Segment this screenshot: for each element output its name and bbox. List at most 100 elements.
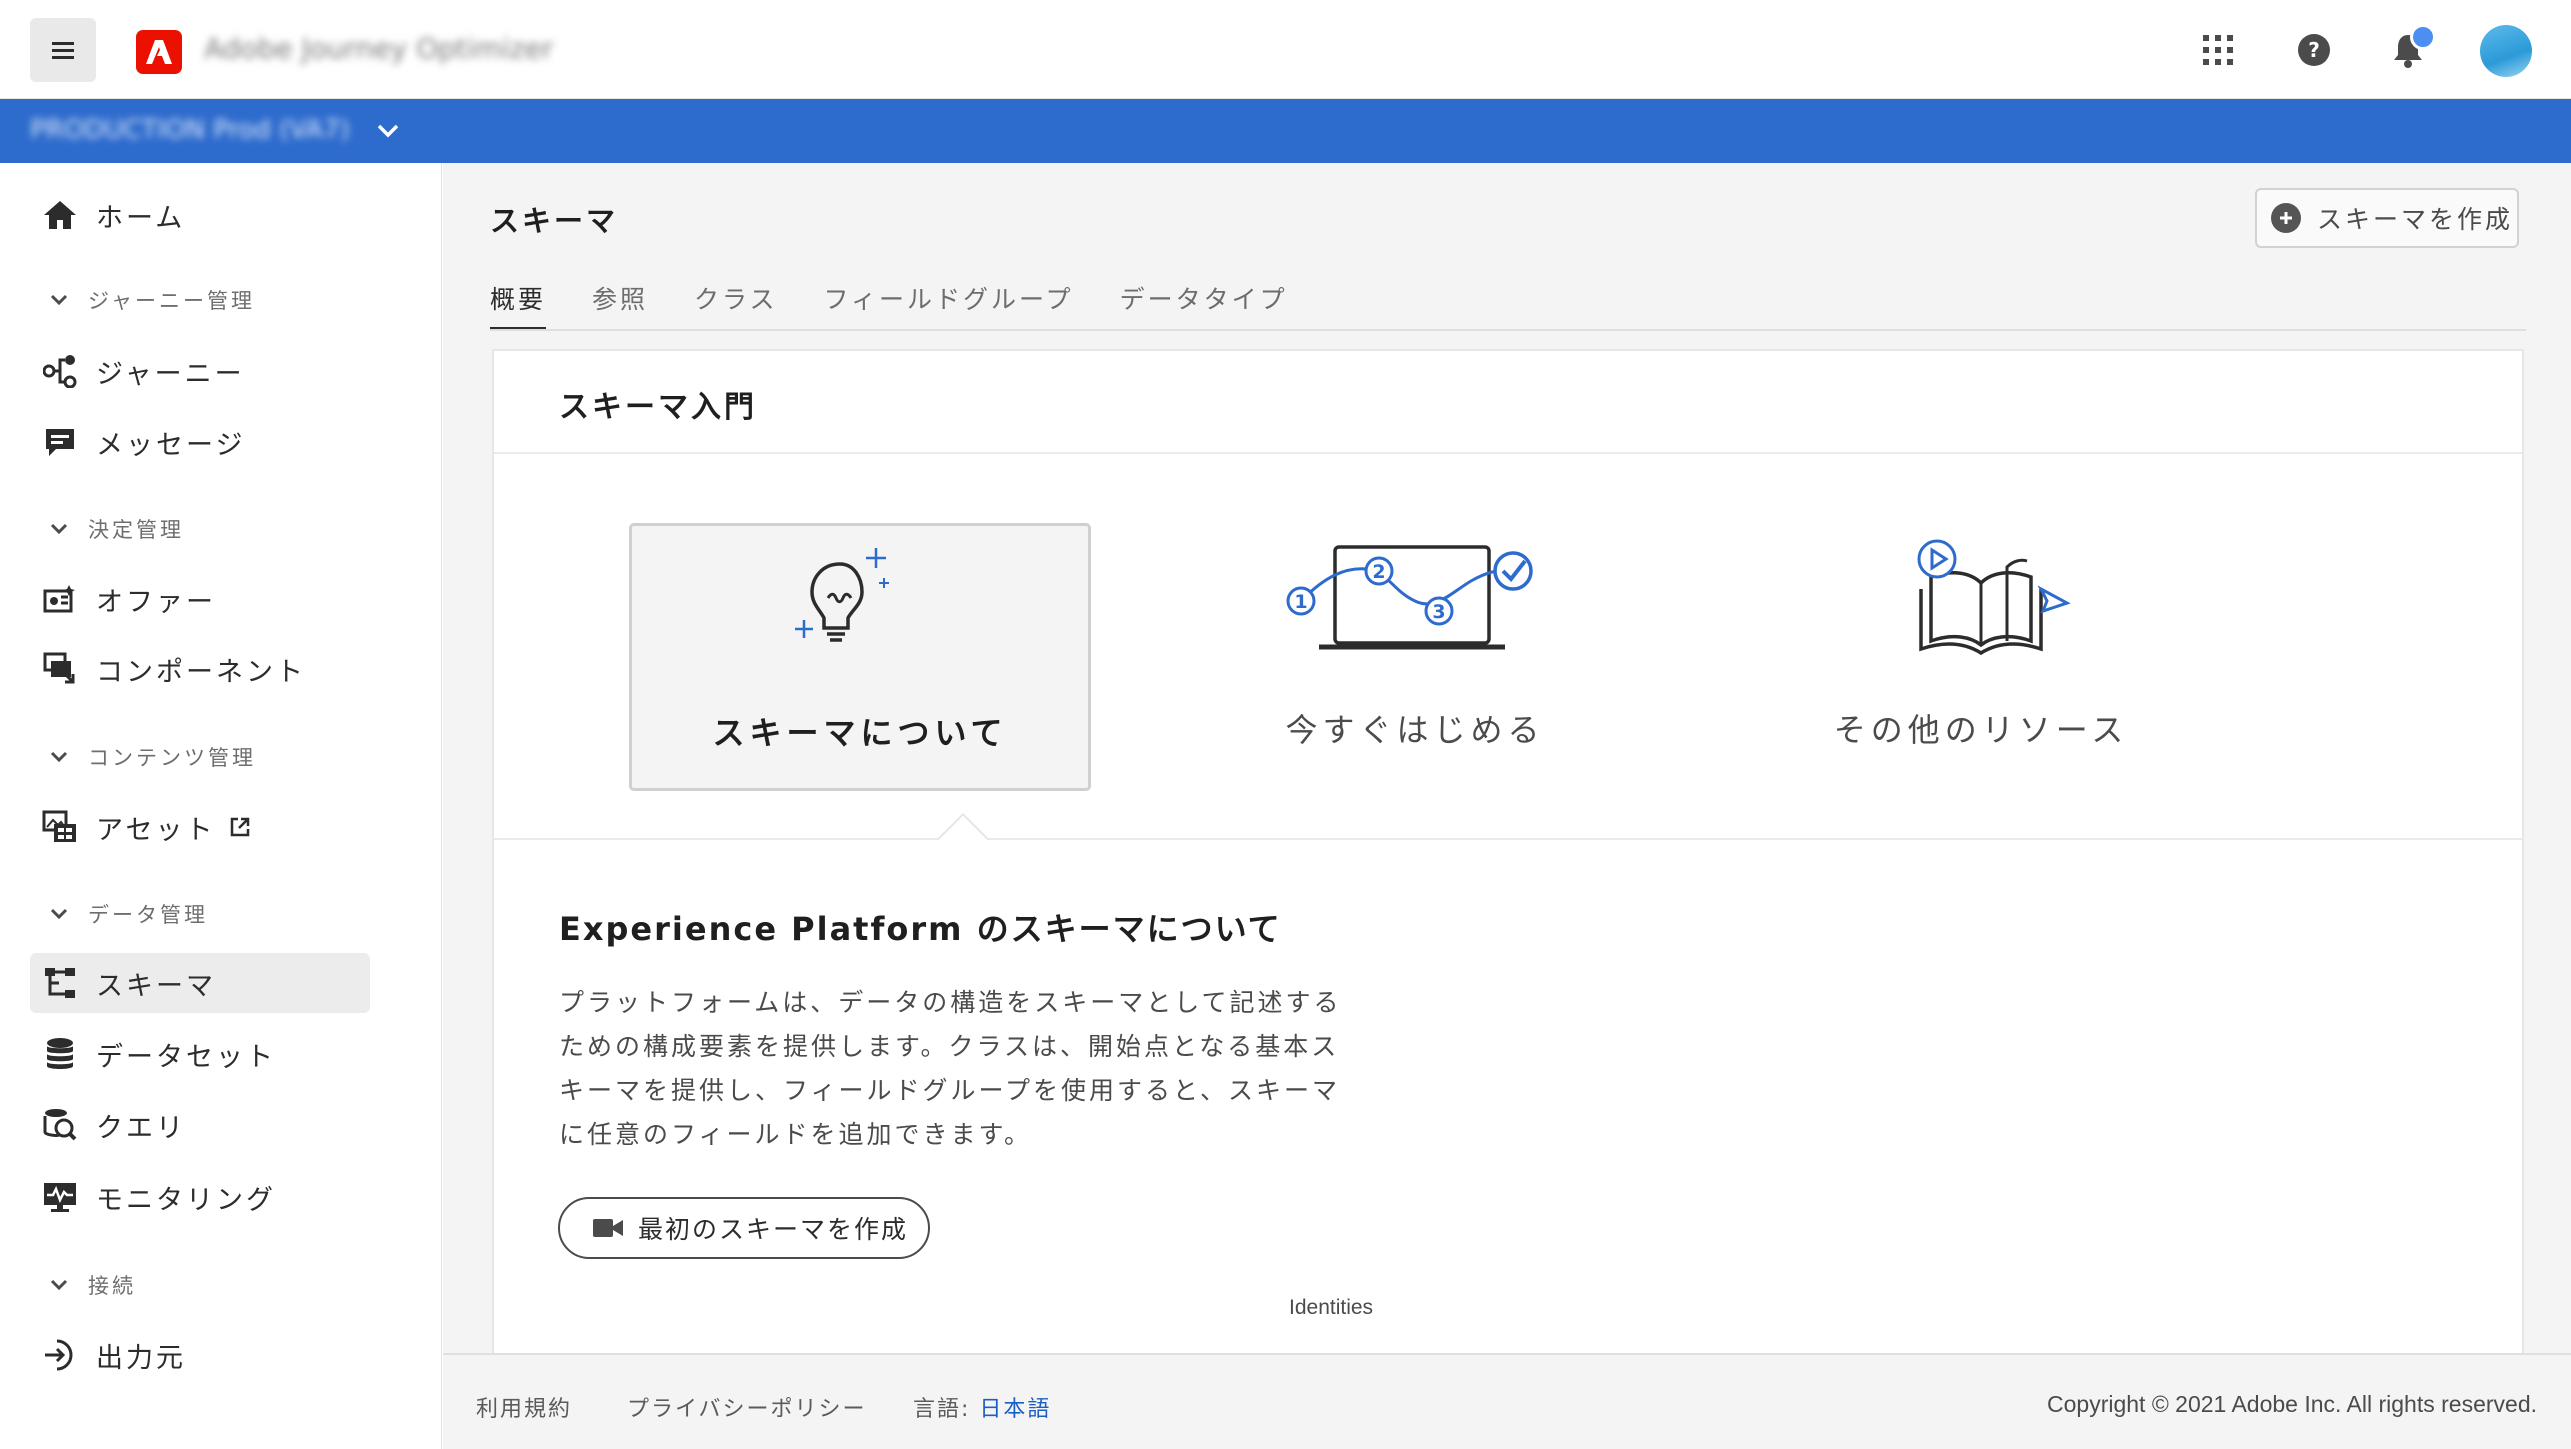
sidebar-item-journeys[interactable]: ジャーニー (30, 341, 370, 401)
identities-caption: Identities (1289, 1296, 1374, 1319)
option-more-resources[interactable]: その他のリソース (1750, 523, 2212, 791)
sidebar-section-connections[interactable]: 接続 (30, 1265, 370, 1305)
language-value: 日本語 (979, 1397, 1052, 1422)
hamburger-icon (52, 41, 74, 59)
monitoring-icon (42, 1179, 78, 1215)
language-label: 言語: (913, 1397, 971, 1422)
option-about-schemas[interactable]: スキーマについて (629, 523, 1091, 791)
sidebar-item-label: データセット (96, 1041, 276, 1073)
sidebar-item-messages[interactable]: メッセージ (30, 412, 370, 472)
sidebar-item-label: 出力元 (96, 1342, 186, 1374)
sidebar-item-schemas[interactable]: スキーマ (30, 953, 370, 1013)
sidebar-item-offers[interactable]: オファー (30, 569, 370, 629)
sidebar-section-data[interactable]: データ管理 (30, 894, 370, 934)
add-circle-icon (2271, 203, 2301, 233)
chevron-down-icon[interactable] (374, 117, 402, 145)
section-label: データ管理 (88, 903, 208, 927)
sidebar-item-label: アセット (96, 814, 216, 846)
chevron-down-icon (44, 1270, 74, 1300)
dataset-icon (42, 1036, 78, 1072)
main-content: スキーマ スキーマを作成 概要 参照 クラス フィールドグループ データタイプ … (443, 163, 2571, 1359)
sidebar-item-label: オファー (96, 586, 216, 618)
svg-text:3: 3 (1432, 601, 1445, 623)
option-label: スキーマについて (712, 714, 1008, 752)
apps-grid-icon[interactable] (2194, 26, 2242, 74)
section-label: コンテンツ管理 (88, 746, 256, 770)
tab-divider (490, 329, 2526, 331)
section-label: ジャーニー管理 (88, 289, 255, 313)
sidebar-section-journey[interactable]: ジャーニー管理 (30, 280, 370, 320)
tab-bar: 概要 参照 クラス フィールドグループ データタイプ (490, 281, 1334, 331)
sidebar-item-label: コンポーネント (96, 656, 306, 688)
sidebar-item-datasets[interactable]: データセット (30, 1024, 370, 1084)
components-icon (42, 651, 78, 687)
create-schema-button[interactable]: スキーマを作成 (2255, 188, 2519, 248)
journey-icon (42, 353, 78, 389)
user-avatar[interactable] (2480, 25, 2532, 77)
chevron-down-icon (44, 899, 74, 929)
create-schema-label: スキーマを作成 (2317, 205, 2514, 234)
sidebar-item-monitoring[interactable]: モニタリング (30, 1167, 370, 1227)
getting-started-card: スキーマ入門 スキーマについて 1 2 3 今すぐはじめる その他のリソース E… (492, 349, 2524, 1359)
video-button-label: 最初のスキーマを作成 (638, 1215, 909, 1244)
privacy-link[interactable]: プライバシーポリシー (627, 1391, 867, 1423)
offer-icon (42, 581, 78, 617)
sidebar-item-home[interactable]: ホーム (30, 185, 370, 245)
option-label: その他のリソース (1833, 711, 2129, 749)
video-camera-icon (592, 1216, 624, 1240)
tab-browse[interactable]: 参照 (592, 281, 648, 331)
notification-badge (2410, 24, 2436, 50)
page-title: スキーマ (490, 204, 619, 238)
tab-classes[interactable]: クラス (694, 281, 778, 331)
sidebar-section-content[interactable]: コンテンツ管理 (30, 737, 370, 777)
chevron-down-icon (44, 285, 74, 315)
tab-overview[interactable]: 概要 (490, 281, 547, 331)
option-label: 今すぐはじめる (1285, 711, 1545, 749)
lightbulb-icon (632, 540, 1088, 680)
sidebar-item-label: スキーマ (96, 970, 216, 1002)
sidebar-item-components[interactable]: コンポーネント (30, 639, 370, 699)
language-selector[interactable]: 言語: 日本語 (913, 1391, 1051, 1423)
divider (494, 452, 2522, 454)
selection-pointer (932, 809, 992, 840)
hamburger-menu-button[interactable] (30, 18, 96, 82)
create-first-schema-video-button[interactable]: 最初のスキーマを作成 (558, 1197, 930, 1259)
org-sandbox-bar: PRODUCTION Prod (VA7) (0, 99, 2571, 163)
assets-icon (42, 809, 78, 845)
help-icon[interactable]: ? (2290, 26, 2338, 74)
description-text: プラットフォームは、データの構造をスキーマとして記述するための構成要素を提供しま… (559, 988, 1342, 1149)
adobe-logo-icon (146, 40, 172, 64)
chevron-down-icon (44, 514, 74, 544)
sidebar-item-label: メッセージ (96, 429, 246, 461)
book-video-icon (1750, 537, 2212, 677)
footer: 利用規約 プライバシーポリシー 言語: 日本語 Copyright © 2021… (443, 1353, 2571, 1449)
laptop-steps-icon: 1 2 3 (1184, 537, 1646, 677)
message-icon (42, 424, 78, 460)
tab-field-groups[interactable]: フィールドグループ (824, 281, 1074, 331)
sidebar-item-destinations[interactable]: 出力元 (30, 1325, 370, 1385)
sidebar: ホーム ジャーニー管理 ジャーニー メッセージ 決定管理 オファー コンポーネン… (0, 163, 442, 1449)
top-bar: Adobe Journey Optimizer ? (0, 0, 2571, 99)
adobe-logo[interactable] (136, 30, 182, 74)
svg-text:?: ? (2308, 38, 2320, 62)
card-title: スキーマ入門 (559, 390, 757, 425)
sidebar-item-label: ジャーニー (96, 358, 245, 390)
svg-text:2: 2 (1372, 561, 1385, 583)
sidebar-item-assets[interactable]: アセット (30, 797, 370, 857)
sidebar-section-decision[interactable]: 決定管理 (30, 509, 370, 549)
external-link-icon (229, 816, 251, 838)
option-get-started[interactable]: 1 2 3 今すぐはじめる (1184, 523, 1646, 791)
section-label: 決定管理 (88, 518, 184, 542)
sidebar-item-queries[interactable]: クエリ (30, 1095, 370, 1155)
app-name: Adobe Journey Optimizer (204, 32, 554, 65)
tab-data-types[interactable]: データタイプ (1120, 281, 1288, 331)
section-heading: Experience Platform のスキーマについて (559, 910, 1282, 948)
sidebar-item-label: クエリ (96, 1112, 186, 1144)
destination-icon (42, 1337, 78, 1373)
svg-text:1: 1 (1294, 591, 1307, 613)
org-sandbox-label[interactable]: PRODUCTION Prod (VA7) (30, 115, 350, 145)
copyright-text: Copyright © 2021 Adobe Inc. All rights r… (2047, 1391, 2537, 1417)
divider (494, 838, 2522, 840)
terms-link[interactable]: 利用規約 (476, 1391, 572, 1423)
home-icon (42, 197, 78, 233)
